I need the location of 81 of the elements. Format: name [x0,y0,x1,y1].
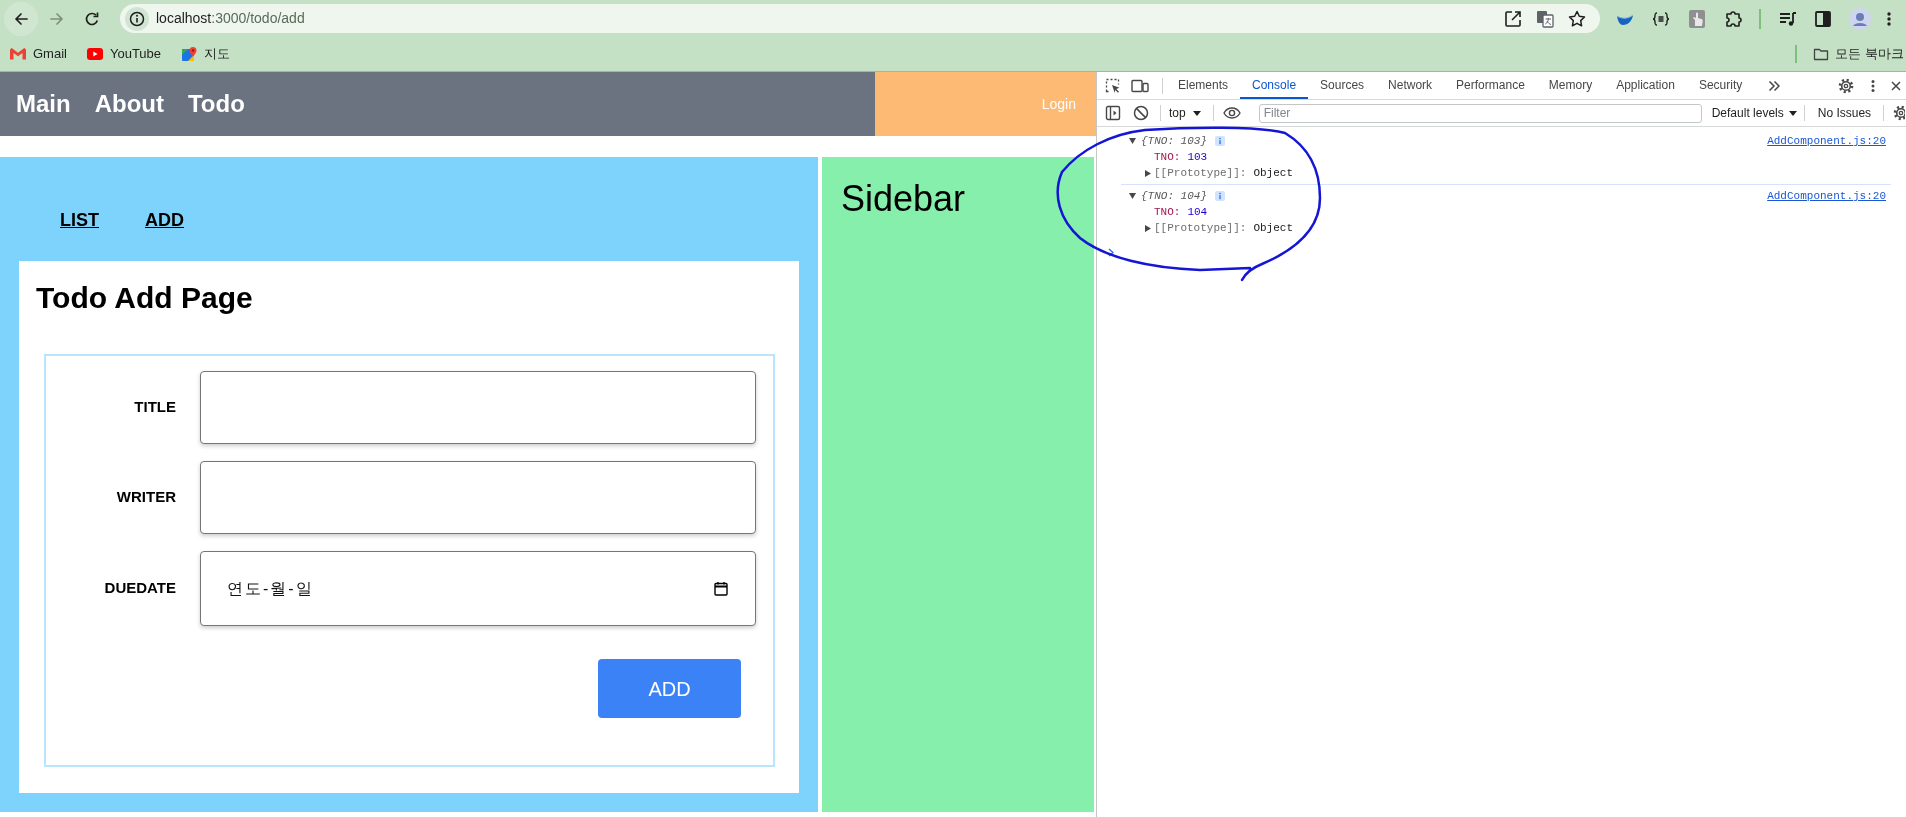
source-link[interactable]: AddComponent.js:20 [1767,132,1886,150]
object-summary[interactable]: {TNO: 104} [1141,187,1207,205]
object-summary[interactable]: {TNO: 103} [1141,132,1207,150]
bookmark[interactable]: 지도 [173,40,239,68]
nav-link[interactable]: Main [16,86,71,122]
url-text: localhost:3000/todo/add [156,9,305,28]
more-icon[interactable] [1871,78,1875,93]
sidebar-title: Sidebar [841,179,966,219]
nav-link[interactable]: About [94,86,164,122]
map-pin-icon [181,46,198,62]
source-link[interactable]: AddComponent.js:20 [1767,187,1886,205]
back-arrow-icon [13,10,29,27]
subnav-link[interactable]: ADD [145,208,184,232]
clear-console-icon[interactable] [1133,105,1149,121]
devtools-tab[interactable]: Network [1376,72,1445,99]
more-tabs-icon[interactable] [1768,79,1781,92]
levels-dropdown[interactable]: Default levels [1711,104,1797,122]
add-button[interactable]: ADD [598,659,741,718]
prototype-value: Object [1253,165,1294,181]
info-badge-icon [1215,136,1225,146]
devtools-tab[interactable]: Application [1604,72,1687,99]
collapsed-triangle-icon[interactable] [1145,169,1151,177]
forward-arrow-icon [49,10,65,27]
field-label: TITLE [134,397,176,418]
filter-field[interactable]: Filter [1258,103,1702,123]
expanded-triangle-icon[interactable] [1129,193,1136,199]
field-label: DUEDATE [104,578,176,599]
bookmark[interactable]: YouTube [78,40,170,68]
prototype-key: [[Prototype]]: [1154,219,1247,237]
translate-icon[interactable] [1535,8,1555,29]
settings-icon[interactable] [1838,77,1854,94]
text-field[interactable] [200,461,756,534]
devtools-tab[interactable]: Console [1240,72,1309,99]
prototype-value: Object [1253,220,1294,236]
devtools-tab[interactable]: Security [1686,72,1755,99]
field-label: WRITER [116,487,176,508]
expanded-triangle-icon[interactable] [1129,138,1136,144]
share-icon[interactable] [1503,8,1523,29]
issues-button[interactable]: No Issues [1817,104,1872,122]
context-selector[interactable]: top [1169,104,1201,122]
date-field[interactable]: 연도-월-일 [200,551,756,626]
calendar-icon[interactable] [714,581,728,596]
property-key: TNO: [1154,203,1181,221]
caret-icon [1788,110,1797,116]
close-icon[interactable] [1891,80,1901,91]
devtools-tab[interactable]: Elements [1166,72,1241,99]
eye-icon[interactable] [1222,107,1241,119]
device-icon[interactable] [1131,77,1149,94]
address-bar[interactable]: localhost:3000/todo/add [120,4,1600,33]
caret-icon [1192,110,1201,116]
mail-icon [10,48,26,60]
page-title: Todo Add Page [36,280,253,316]
reload-icon [84,10,100,27]
all-bookmarks-button[interactable]: 모든 북마크 [1803,40,1906,68]
text-field[interactable] [200,371,756,444]
property-value: 103 [1187,149,1208,165]
back-button[interactable] [4,1,38,36]
avatar-icon[interactable] [1849,7,1871,30]
prompt-icon [1108,247,1114,257]
puzzle-icon[interactable] [1723,8,1743,29]
devtools-tab[interactable]: Memory [1536,72,1605,99]
info-badge-icon [1215,191,1225,201]
folder-icon [1813,46,1830,62]
devtools-tab[interactable]: Sources [1308,72,1377,99]
settings-icon[interactable] [1893,105,1906,121]
side-panel-icon[interactable] [1813,8,1833,29]
nav-link[interactable]: Todo [188,86,245,122]
hand-tile-icon[interactable] [1687,8,1707,29]
prototype-key: [[Prototype]]: [1154,164,1247,182]
star-icon[interactable] [1567,8,1587,29]
sidebar-toggle-icon[interactable] [1105,105,1121,121]
bookmark[interactable]: Gmail [2,40,75,68]
property-value: 104 [1187,204,1208,220]
play-icon [86,48,103,60]
devtools-tab[interactable]: Performance [1444,72,1537,99]
property-key: TNO: [1154,148,1181,166]
subnav-link[interactable]: LIST [60,208,99,232]
inspect-icon[interactable] [1105,77,1121,94]
site-info-icon[interactable] [125,6,149,31]
collapsed-triangle-icon[interactable] [1145,224,1151,232]
menu-icon[interactable] [1887,10,1891,27]
